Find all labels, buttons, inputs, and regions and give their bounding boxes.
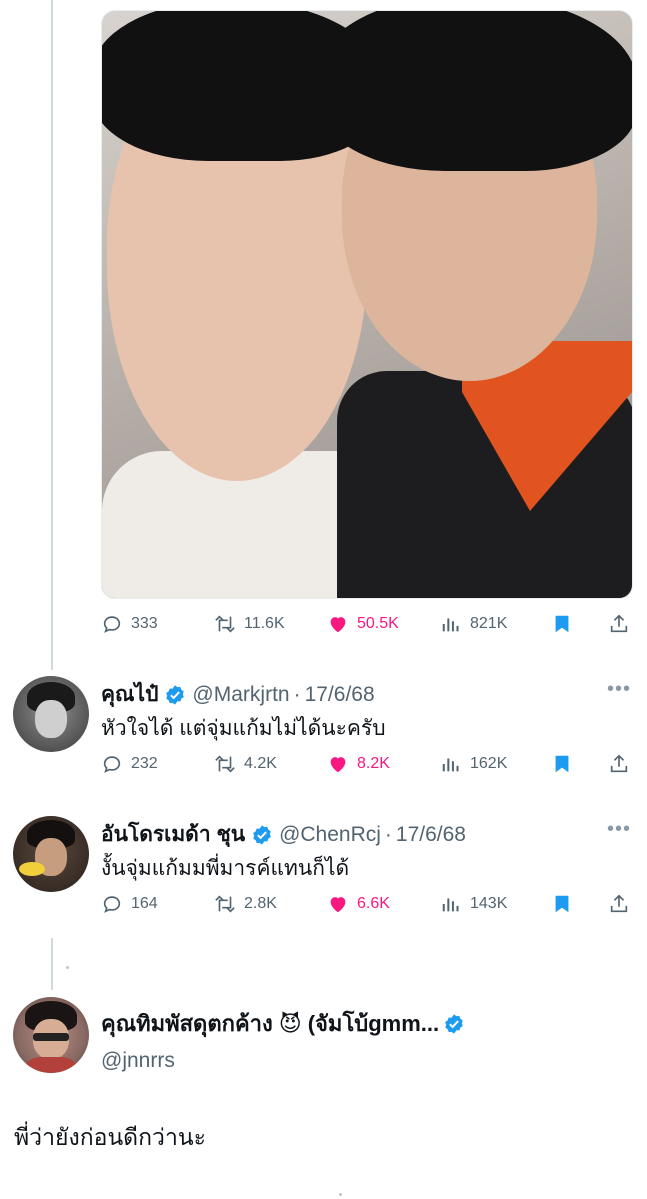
reply-header: คุณไป๋ @Markjrtn · 17/6/68 (101, 678, 375, 711)
avatar-banana (19, 862, 45, 876)
user-handle[interactable]: @Markjrtn (192, 683, 289, 707)
retweet-icon (215, 755, 235, 773)
reply-icon (103, 616, 121, 633)
devil-emoji-icon: 😈 (278, 1010, 302, 1036)
tweet-date[interactable]: 17/6/68 (396, 823, 466, 847)
share-button[interactable] (608, 613, 630, 635)
reply-count: 164 (131, 895, 158, 912)
tweet-author: คุณทิมพัสดุตกค้าง 😈 (จัมโบ้gmm... @jnnrr… (101, 1006, 465, 1073)
reply-count: 333 (131, 615, 158, 632)
views-count: 821K (470, 615, 508, 632)
display-name-suffix[interactable]: (จัมโบ้gmm... (308, 1006, 439, 1041)
heart-icon (330, 897, 346, 913)
like-button[interactable]: 50.5K (327, 613, 399, 635)
views-icon (442, 898, 459, 912)
bookmark-button[interactable] (551, 753, 573, 775)
retweet-button[interactable]: 4.2K (214, 753, 277, 775)
like-count: 8.2K (357, 755, 390, 772)
share-button[interactable] (608, 893, 630, 915)
tweet-date[interactable]: 17/6/68 (305, 683, 375, 707)
retweet-button[interactable]: 2.8K (214, 893, 277, 915)
avatar-sunglasses (33, 1033, 69, 1041)
views-icon (442, 758, 459, 772)
reply-header: อันโดรเมด้า ชุน @ChenRcj · 17/6/68 (101, 818, 466, 851)
display-name[interactable]: คุณไป๋ (101, 678, 158, 711)
avatar-shirt (21, 1057, 81, 1073)
bookmark-button[interactable] (551, 893, 573, 915)
separator-dot: · (384, 822, 392, 846)
like-button[interactable]: 6.6K (327, 893, 390, 915)
reply-button[interactable]: 164 (101, 893, 158, 915)
retweet-icon (215, 615, 235, 633)
share-icon (610, 614, 628, 633)
avatar[interactable] (13, 676, 89, 752)
reply-count: 232 (131, 755, 158, 772)
heart-icon (330, 617, 346, 633)
views-icon (442, 618, 459, 632)
separator-dot: · (293, 682, 301, 706)
views-count: 143K (470, 895, 508, 912)
reply-button[interactable]: 232 (101, 753, 158, 775)
retweet-icon (215, 895, 235, 913)
views-button[interactable]: 162K (440, 753, 507, 775)
share-icon (610, 754, 628, 773)
avatar[interactable] (13, 997, 89, 1073)
avatar-face (35, 700, 67, 738)
display-name[interactable]: อันโดรเมด้า ชุน (101, 818, 245, 851)
tweet-body-text: พี่ว่ายังก่อนดีกว่านะ (14, 1124, 206, 1150)
verified-badge-icon (253, 824, 271, 845)
verified-badge-icon (166, 684, 185, 705)
share-icon (610, 894, 628, 913)
more-options-icon[interactable]: ••• (607, 818, 631, 841)
like-count: 6.6K (357, 895, 390, 912)
photo-hair-right (317, 11, 632, 171)
verified-badge-icon (445, 1013, 463, 1034)
retweet-count: 11.6K (244, 615, 285, 632)
like-count: 50.5K (357, 615, 399, 632)
reply-icon (103, 896, 121, 913)
thread-line (51, 938, 53, 990)
bookmark-icon (555, 895, 569, 913)
artifact-dot (339, 1193, 342, 1196)
thread-line (51, 0, 53, 670)
bookmark-icon (555, 755, 569, 773)
views-button[interactable]: 821K (440, 613, 507, 635)
artifact-dot (66, 966, 69, 969)
bookmark-icon (555, 615, 569, 633)
reply-text: งั้นจุ่มแก้มมพี่มารค์แทนก็ได้ (101, 857, 350, 880)
user-handle[interactable]: @jnnrrs (101, 1049, 465, 1073)
reply-text: หัวใจได้ แต่จุ่มแก้มไม่ได้นะครับ (101, 717, 386, 740)
views-button[interactable]: 143K (440, 893, 507, 915)
heart-icon (330, 757, 346, 773)
display-name[interactable]: คุณทิมพัสดุตกค้าง (101, 1006, 273, 1041)
share-button[interactable] (608, 753, 630, 775)
reply-button[interactable]: 333 (101, 613, 158, 635)
retweet-count: 4.2K (244, 755, 277, 772)
tweet-photo[interactable] (101, 10, 633, 599)
views-count: 162K (470, 755, 508, 772)
bookmark-button[interactable] (551, 613, 573, 635)
author-name-row[interactable]: คุณทิมพัสดุตกค้าง 😈 (จัมโบ้gmm... (101, 1006, 465, 1041)
avatar[interactable] (13, 816, 89, 892)
like-button[interactable]: 8.2K (327, 753, 390, 775)
retweet-button[interactable]: 11.6K (214, 613, 285, 635)
retweet-count: 2.8K (244, 895, 277, 912)
more-options-icon[interactable]: ••• (607, 678, 631, 701)
user-handle[interactable]: @ChenRcj (279, 823, 381, 847)
reply-icon (103, 756, 121, 773)
